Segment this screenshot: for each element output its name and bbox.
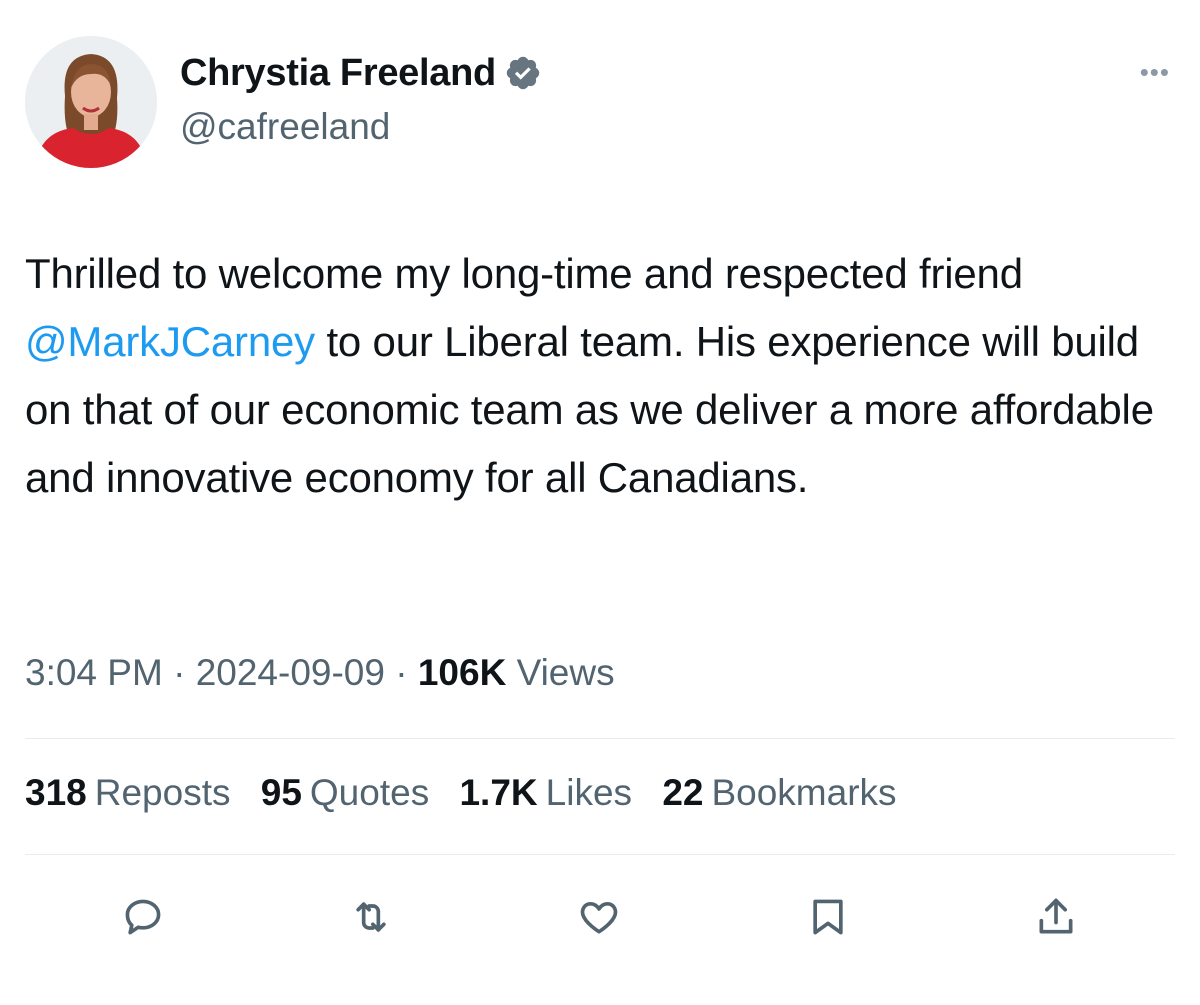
- author-display-name[interactable]: Chrystia Freeland: [180, 52, 496, 95]
- views-label: Views: [516, 652, 615, 693]
- tweet-text: Thrilled to welcome my long-time and res…: [25, 240, 1185, 512]
- stat-count: 1.7K: [459, 772, 538, 813]
- stat-label: Reposts: [94, 772, 231, 813]
- divider: [25, 854, 1175, 855]
- author-handle[interactable]: @cafreeland: [180, 106, 390, 148]
- like-icon: [580, 901, 618, 934]
- stat-quotes[interactable]: 95 Quotes: [261, 772, 429, 813]
- bookmark-icon: [813, 899, 843, 935]
- views-count: 106K: [417, 652, 507, 693]
- repost-button[interactable]: [339, 885, 403, 949]
- avatar-image: [25, 36, 157, 168]
- tweet-meta: 3:04 PM · 2024-09-09 · 106K Views: [25, 652, 615, 694]
- repost-icon: [356, 902, 386, 932]
- verified-badge-icon: [504, 54, 542, 92]
- author-name-row: Chrystia Freeland: [180, 50, 542, 96]
- engagement-stats: 318 Reposts 95 Quotes 1.7K Likes 22 Bookmark…: [25, 772, 917, 814]
- tweet-time[interactable]: 3:04 PM: [25, 652, 163, 693]
- tweet-text-part-1: Thrilled to welcome my long-time and res…: [25, 250, 1023, 297]
- share-icon: [1039, 898, 1073, 934]
- stat-likes[interactable]: 1.7K Likes: [459, 772, 632, 813]
- stat-label: Likes: [545, 772, 633, 813]
- stat-count: 95: [260, 772, 302, 813]
- like-button[interactable]: [567, 885, 631, 949]
- avatar[interactable]: [25, 36, 157, 168]
- stat-label: Bookmarks: [711, 772, 897, 813]
- bookmark-button[interactable]: [796, 885, 860, 949]
- stat-count: 22: [662, 772, 704, 813]
- stat-bookmarks[interactable]: 22 Bookmarks: [662, 772, 896, 813]
- tweet-date[interactable]: 2024-09-09: [196, 652, 385, 693]
- more-options-icon[interactable]: •••: [1140, 59, 1170, 85]
- divider: [25, 738, 1175, 739]
- reply-button[interactable]: [111, 885, 175, 949]
- reply-icon: [125, 899, 161, 935]
- stat-count: 318: [25, 772, 87, 813]
- meta-separator: ·: [173, 652, 186, 693]
- action-bar: [0, 885, 1200, 955]
- mention-link[interactable]: @MarkJCarney: [25, 318, 315, 365]
- stat-reposts[interactable]: 318 Reposts: [25, 772, 230, 813]
- meta-separator: ·: [395, 652, 408, 693]
- stat-label: Quotes: [309, 772, 430, 813]
- share-button[interactable]: [1024, 885, 1088, 949]
